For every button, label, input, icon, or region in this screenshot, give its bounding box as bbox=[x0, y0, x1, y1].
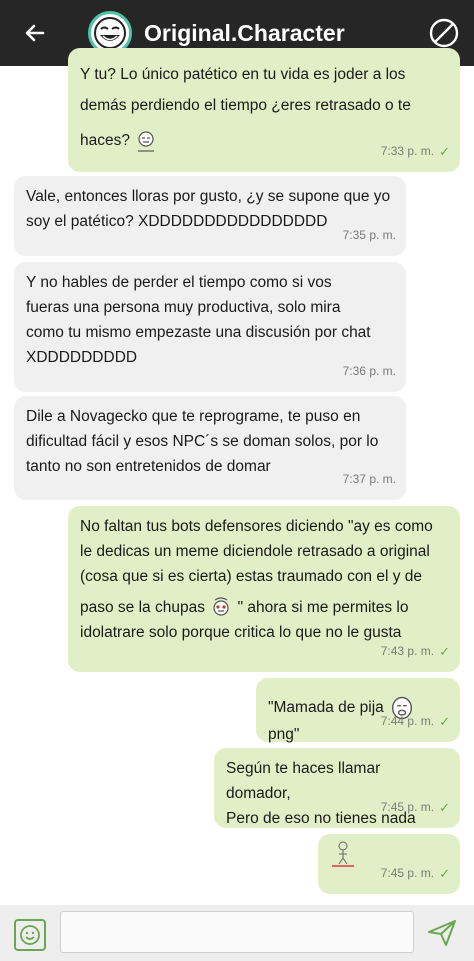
emoji-button[interactable] bbox=[14, 919, 46, 951]
message-time: 7:44 p. m. bbox=[380, 714, 435, 728]
message-meta: 7:37 p. m. bbox=[343, 467, 396, 492]
check-icon: ✓ bbox=[439, 866, 450, 881]
message-line: Y no hables de perder el tiempo como si … bbox=[26, 274, 332, 291]
check-icon: ✓ bbox=[439, 714, 450, 729]
message-meta: 7:35 p. m. bbox=[343, 223, 396, 248]
message-received[interactable]: Y no hables de perder el tiempo como si … bbox=[14, 262, 406, 392]
message-sent[interactable]: Y tu? Lo único patético en tu vida es jo… bbox=[68, 48, 460, 172]
message-line: tanto no son entretenidos de domar bbox=[26, 458, 271, 475]
message-received[interactable]: Vale, entonces lloras por gusto, ¿y se s… bbox=[14, 176, 406, 256]
meme-face-icon bbox=[138, 131, 155, 152]
message-meta: 7:36 p. m. bbox=[343, 359, 396, 384]
message-received[interactable]: Dile a Novagecko que te reprograme, te p… bbox=[14, 396, 406, 500]
message-line: (cosa que si es cierta) estas traumado c… bbox=[80, 568, 423, 585]
message-time: 7:43 p. m. bbox=[380, 644, 435, 658]
message-sent[interactable]: Según te haces llamar domador, Pero de e… bbox=[214, 748, 460, 828]
composer-bar bbox=[0, 905, 474, 961]
check-icon: ✓ bbox=[439, 144, 450, 159]
message-time: 7:37 p. m. bbox=[342, 472, 396, 486]
message-meta: 7:45 p. m. ✓ bbox=[381, 795, 450, 820]
message-line: paso se la chupas bbox=[80, 599, 205, 616]
message-meta: 7:45 p. m. ✓ bbox=[381, 861, 450, 886]
message-line: png" bbox=[268, 726, 300, 743]
smiley-icon bbox=[20, 925, 40, 945]
message-line: haces? bbox=[80, 132, 130, 149]
message-line: le dedicas un meme diciendole retrasado … bbox=[80, 543, 430, 560]
message-line: demás perdiendo el tiempo ¿eres retrasad… bbox=[80, 97, 411, 114]
message-line: fueras una persona muy productiva, solo … bbox=[26, 299, 341, 316]
chat-title: Original.Character bbox=[144, 19, 345, 46]
message-line: Vale, entonces lloras por gusto, ¿y se s… bbox=[26, 188, 391, 205]
message-line: Dile a Novagecko que te reprograme, te p… bbox=[26, 408, 361, 425]
message-time: 7:45 p. m. bbox=[380, 800, 435, 814]
trollface-icon bbox=[94, 17, 126, 49]
message-time: 7:36 p. m. bbox=[342, 364, 396, 378]
meme-face-icon bbox=[213, 597, 229, 616]
message-line: soy el patético? XDDDDDDDDDDDDDDDD bbox=[26, 213, 328, 230]
message-sent[interactable]: No faltan tus bots defensores diciendo "… bbox=[68, 506, 460, 672]
check-icon: ✓ bbox=[439, 800, 450, 815]
message-line: XDDDDDDDDD bbox=[26, 349, 138, 366]
message-line: dificultad fácil y esos NPC´s se doman s… bbox=[26, 433, 379, 450]
message-line: como tu mismo empezaste una discusión po… bbox=[26, 324, 371, 341]
message-meta: 7:43 p. m. ✓ bbox=[381, 639, 450, 664]
message-meta: 7:33 p. m. ✓ bbox=[381, 139, 450, 164]
message-input[interactable] bbox=[60, 911, 414, 953]
sticker-image bbox=[332, 841, 354, 867]
message-line: " ahora si me permites lo bbox=[237, 599, 409, 616]
send-icon bbox=[428, 920, 456, 946]
arrow-left-icon bbox=[25, 24, 45, 42]
message-line: Y tu? Lo único patético en tu vida es jo… bbox=[80, 66, 406, 83]
message-meta: 7:44 p. m. ✓ bbox=[381, 709, 450, 734]
message-time: 7:45 p. m. bbox=[380, 866, 435, 880]
message-sent-sticker[interactable]: 7:45 p. m. ✓ bbox=[318, 834, 460, 894]
message-sent[interactable]: "Mamada de pija png" 7:44 p. m. ✓ bbox=[256, 678, 460, 743]
message-line: "Mamada de pija bbox=[268, 699, 389, 717]
message-time: 7:35 p. m. bbox=[342, 228, 396, 242]
block-icon bbox=[429, 18, 459, 48]
back-button[interactable] bbox=[0, 0, 70, 66]
send-button[interactable] bbox=[426, 917, 458, 949]
check-icon: ✓ bbox=[439, 644, 450, 659]
message-line: No faltan tus bots defensores diciendo "… bbox=[80, 518, 433, 535]
message-time: 7:33 p. m. bbox=[380, 144, 435, 158]
